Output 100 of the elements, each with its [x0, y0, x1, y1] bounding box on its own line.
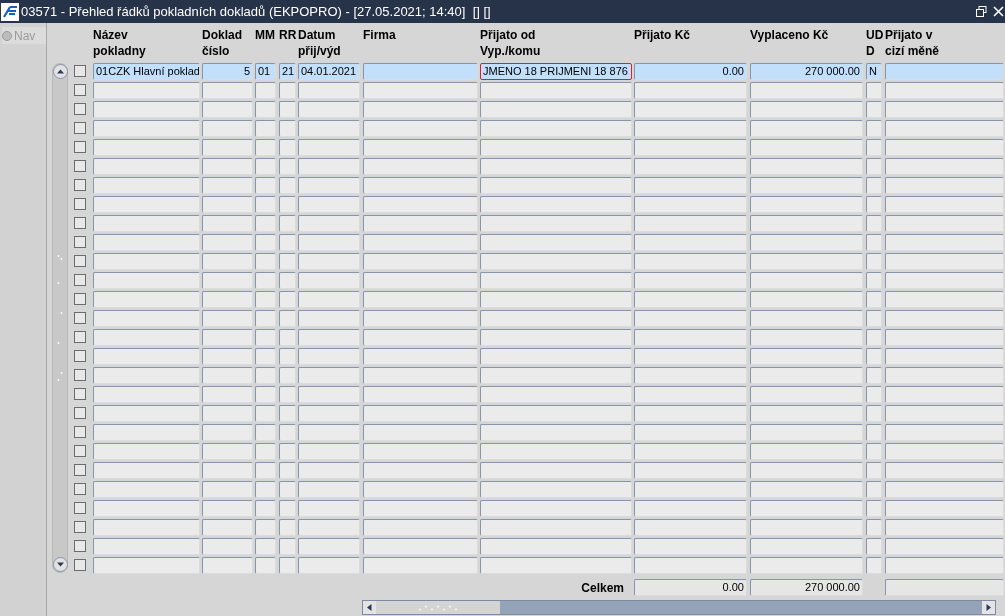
table-cell[interactable] — [750, 120, 863, 137]
table-cell[interactable] — [255, 291, 276, 308]
row-checkbox[interactable] — [74, 274, 86, 286]
table-cell[interactable] — [298, 196, 360, 213]
table-cell[interactable] — [866, 519, 882, 536]
scroll-left-icon[interactable] — [363, 601, 376, 614]
table-cell[interactable] — [363, 424, 478, 441]
table-cell[interactable]: 0.00 — [634, 63, 747, 80]
table-cell[interactable] — [202, 196, 253, 213]
table-cell[interactable] — [202, 386, 253, 403]
table-cell[interactable] — [298, 291, 360, 308]
table-cell[interactable] — [750, 405, 863, 422]
table-cell[interactable] — [363, 500, 478, 517]
table-cell[interactable] — [885, 462, 1004, 479]
table-cell[interactable] — [634, 519, 747, 536]
table-cell[interactable] — [279, 538, 296, 555]
table-cell[interactable] — [634, 177, 747, 194]
table-cell[interactable] — [93, 462, 200, 479]
table-cell[interactable] — [480, 367, 632, 384]
table-cell[interactable] — [885, 215, 1004, 232]
row-checkbox[interactable] — [74, 217, 86, 229]
table-cell[interactable] — [255, 443, 276, 460]
table-cell[interactable] — [363, 253, 478, 270]
table-cell[interactable] — [750, 196, 863, 213]
table-cell[interactable] — [866, 500, 882, 517]
table-cell[interactable] — [279, 519, 296, 536]
table-cell[interactable] — [255, 462, 276, 479]
table-cell[interactable] — [255, 348, 276, 365]
table-cell[interactable] — [750, 177, 863, 194]
table-cell[interactable] — [279, 443, 296, 460]
table-cell[interactable] — [202, 234, 253, 251]
table-cell[interactable] — [202, 424, 253, 441]
table-cell[interactable] — [255, 82, 276, 99]
table-cell[interactable] — [885, 481, 1004, 498]
table-cell[interactable] — [480, 500, 632, 517]
table-cell[interactable] — [634, 348, 747, 365]
table-cell[interactable] — [93, 329, 200, 346]
horizontal-scrollbar[interactable] — [362, 600, 996, 615]
table-cell[interactable] — [202, 405, 253, 422]
table-cell[interactable] — [885, 101, 1004, 118]
row-checkbox[interactable] — [74, 84, 86, 96]
table-cell[interactable] — [298, 120, 360, 137]
table-cell[interactable] — [866, 139, 882, 156]
row-checkbox[interactable] — [74, 426, 86, 438]
table-cell[interactable] — [866, 538, 882, 555]
row-checkbox[interactable] — [74, 445, 86, 457]
table-cell[interactable] — [750, 424, 863, 441]
table-cell[interactable] — [202, 158, 253, 175]
table-cell[interactable] — [363, 196, 478, 213]
table-cell[interactable] — [279, 405, 296, 422]
table-cell[interactable] — [279, 177, 296, 194]
table-cell[interactable] — [480, 120, 632, 137]
table-cell[interactable] — [750, 253, 863, 270]
table-cell[interactable] — [634, 196, 747, 213]
table-cell[interactable] — [363, 139, 478, 156]
table-cell[interactable] — [279, 310, 296, 327]
table-cell[interactable] — [298, 253, 360, 270]
scroll-thumb[interactable] — [376, 601, 500, 614]
table-cell[interactable] — [202, 500, 253, 517]
table-cell[interactable] — [480, 443, 632, 460]
table-cell[interactable] — [93, 557, 200, 574]
table-cell[interactable] — [93, 291, 200, 308]
table-cell[interactable]: 21 — [279, 63, 296, 80]
table-cell[interactable] — [298, 443, 360, 460]
table-cell[interactable] — [363, 329, 478, 346]
table-cell[interactable] — [255, 481, 276, 498]
table-cell[interactable] — [202, 120, 253, 137]
table-cell[interactable] — [202, 481, 253, 498]
table-cell[interactable] — [298, 424, 360, 441]
table-cell[interactable] — [634, 329, 747, 346]
table-cell[interactable] — [750, 291, 863, 308]
table-cell[interactable] — [279, 481, 296, 498]
scroll-up-icon[interactable] — [52, 64, 68, 79]
row-checkbox[interactable] — [74, 236, 86, 248]
table-cell[interactable] — [363, 291, 478, 308]
table-cell[interactable] — [298, 481, 360, 498]
table-cell[interactable] — [255, 196, 276, 213]
table-cell[interactable] — [255, 500, 276, 517]
vertical-scrollbar[interactable] — [52, 63, 68, 573]
table-cell[interactable] — [279, 329, 296, 346]
table-cell[interactable] — [750, 348, 863, 365]
table-cell[interactable] — [480, 139, 632, 156]
table-cell[interactable] — [866, 348, 882, 365]
table-cell[interactable] — [363, 101, 478, 118]
table-cell[interactable] — [255, 101, 276, 118]
table-cell[interactable] — [866, 424, 882, 441]
row-checkbox[interactable] — [74, 198, 86, 210]
table-cell[interactable] — [298, 386, 360, 403]
table-cell[interactable] — [298, 272, 360, 289]
table-cell[interactable] — [93, 367, 200, 384]
table-cell[interactable] — [480, 82, 632, 99]
table-cell[interactable] — [93, 310, 200, 327]
table-cell[interactable] — [279, 424, 296, 441]
table-cell[interactable] — [279, 215, 296, 232]
table-cell[interactable] — [750, 310, 863, 327]
table-cell[interactable] — [363, 557, 478, 574]
row-checkbox[interactable] — [74, 559, 86, 571]
table-cell[interactable] — [363, 177, 478, 194]
table-cell[interactable] — [255, 158, 276, 175]
table-cell[interactable] — [750, 215, 863, 232]
